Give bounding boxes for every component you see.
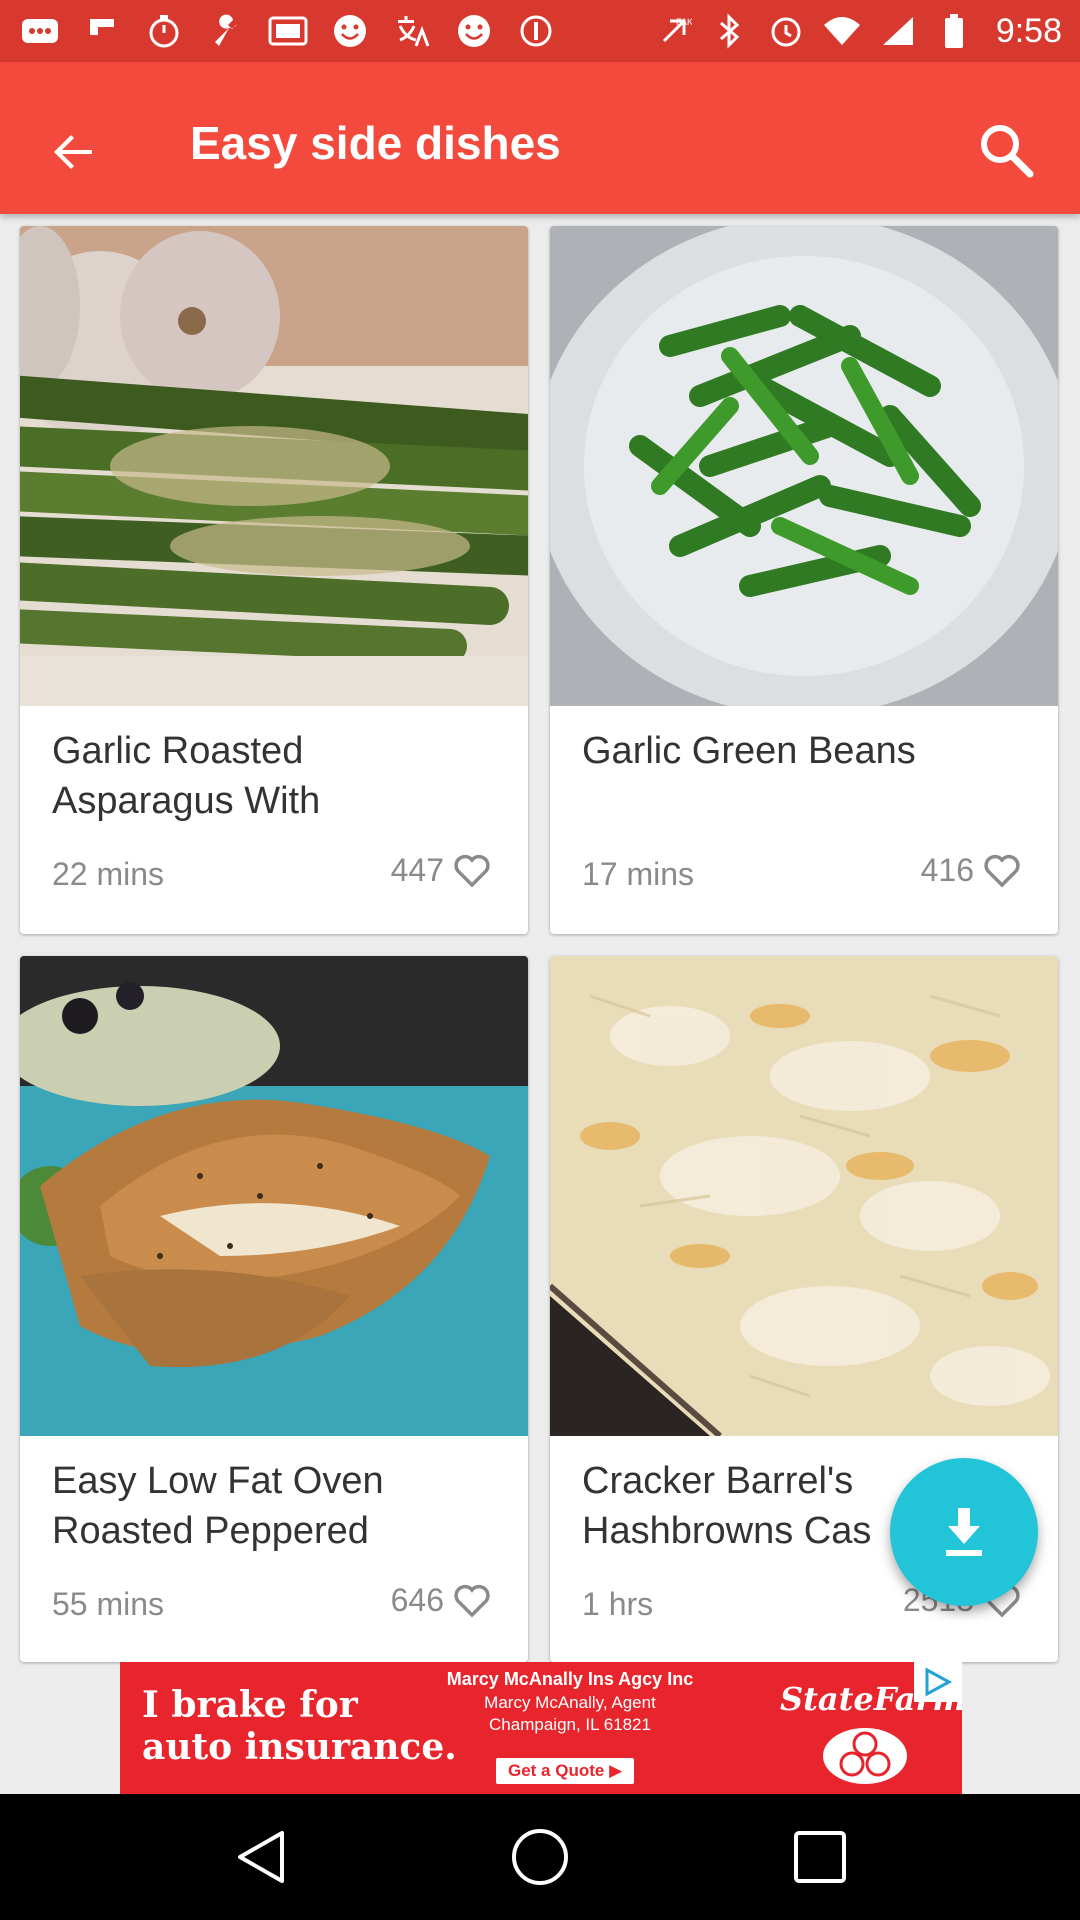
ad-banner[interactable]: I brake for auto insurance. Marcy McAnal… bbox=[120, 1662, 962, 1794]
back-button[interactable] bbox=[28, 106, 120, 198]
wrench-icon bbox=[204, 9, 248, 53]
translate-icon bbox=[390, 9, 434, 53]
wifi-icon bbox=[822, 11, 862, 51]
data-icon: FAKE bbox=[654, 11, 694, 51]
download-icon bbox=[946, 1508, 982, 1556]
ad-location: Champaign, IL 61821 bbox=[489, 1715, 651, 1734]
svg-text:FAKE: FAKE bbox=[676, 17, 692, 27]
ad-agency: Marcy McAnally Ins Agcy Inc bbox=[446, 1669, 694, 1689]
recipe-likes: 447 bbox=[391, 850, 492, 890]
recipe-card[interactable]: Garlic Green Beans 17 mins 416 bbox=[550, 226, 1058, 934]
alarm-icon bbox=[766, 11, 806, 51]
status-bar: FAKE 9:58 bbox=[0, 0, 1080, 62]
recipe-time: 55 mins bbox=[52, 1586, 165, 1622]
recipe-time: 1 hrs bbox=[582, 1586, 654, 1622]
messages-icon bbox=[18, 9, 62, 53]
recipe-card[interactable]: Easy Low Fat Oven Roasted Peppered 55 mi… bbox=[20, 956, 528, 1662]
home-circle-icon bbox=[512, 1829, 568, 1885]
system-status: FAKE 9:58 bbox=[654, 11, 1062, 51]
nav-home-button[interactable] bbox=[495, 1812, 585, 1902]
recipe-image-green-beans[interactable] bbox=[550, 226, 1058, 706]
app-bar: Easy side dishes bbox=[0, 62, 1080, 214]
heart-icon[interactable] bbox=[452, 1580, 492, 1620]
likes-count: 416 bbox=[920, 851, 974, 888]
likes-count: 447 bbox=[390, 851, 444, 888]
statefarm-logo-icon bbox=[823, 1728, 907, 1784]
smiley-icon bbox=[328, 9, 372, 53]
notification-icons bbox=[18, 9, 558, 53]
adchoices-icon[interactable] bbox=[914, 1662, 962, 1702]
ad-agent-info: Marcy McAnally, Agent Champaign, IL 6182… bbox=[430, 1692, 710, 1736]
battery-icon bbox=[934, 11, 974, 51]
search-icon bbox=[981, 125, 1034, 178]
recipe-likes: 416 bbox=[921, 850, 1022, 890]
ad-headline-line-2: auto insurance. bbox=[142, 1726, 457, 1768]
heart-icon[interactable] bbox=[982, 850, 1022, 890]
leaf-icon bbox=[514, 9, 558, 53]
recipe-card[interactable]: Garlic Roasted Asparagus With 22 mins 44… bbox=[20, 226, 528, 934]
likes-count: 646 bbox=[390, 1581, 444, 1618]
recipe-image-peppered[interactable] bbox=[20, 956, 528, 1436]
smiley-icon bbox=[452, 9, 496, 53]
recipe-time: 17 mins bbox=[582, 856, 695, 892]
recipe-name: Garlic Green Beans bbox=[582, 730, 916, 772]
nav-back-button[interactable] bbox=[215, 1812, 305, 1902]
system-nav-bar bbox=[0, 1794, 1080, 1920]
heart-icon[interactable] bbox=[452, 850, 492, 890]
ad-agent: Marcy McAnally, Agent bbox=[484, 1693, 656, 1712]
ad-headline: I brake for auto insurance. bbox=[142, 1684, 457, 1768]
download-button[interactable] bbox=[890, 1458, 1038, 1606]
recipe-time: 22 mins bbox=[52, 856, 165, 892]
flipboard-icon bbox=[80, 9, 124, 53]
search-button[interactable] bbox=[958, 102, 1054, 198]
recipe-image-hashbrowns[interactable] bbox=[550, 956, 1058, 1436]
back-triangle-icon bbox=[238, 1831, 284, 1883]
recipe-image-asparagus[interactable] bbox=[20, 226, 528, 706]
recipe-likes: 646 bbox=[391, 1580, 492, 1620]
gallery-icon bbox=[266, 9, 310, 53]
page-title: Easy side dishes bbox=[190, 117, 561, 169]
signal-icon bbox=[878, 11, 918, 51]
status-time: 9:58 bbox=[995, 11, 1062, 50]
nav-recents-button[interactable] bbox=[775, 1812, 865, 1902]
ad-cta-button[interactable]: Get a Quote ▶ bbox=[496, 1758, 635, 1784]
recipe-name: Garlic Roasted Asparagus With bbox=[52, 730, 321, 822]
bluetooth-icon bbox=[710, 11, 750, 51]
stopwatch-icon bbox=[142, 9, 186, 53]
recents-square-icon bbox=[794, 1831, 846, 1883]
arrow-back-icon bbox=[54, 135, 92, 169]
recipe-name: Easy Low Fat Oven Roasted Peppered bbox=[52, 1460, 384, 1552]
ad-headline-line-1: I brake for bbox=[142, 1684, 358, 1726]
